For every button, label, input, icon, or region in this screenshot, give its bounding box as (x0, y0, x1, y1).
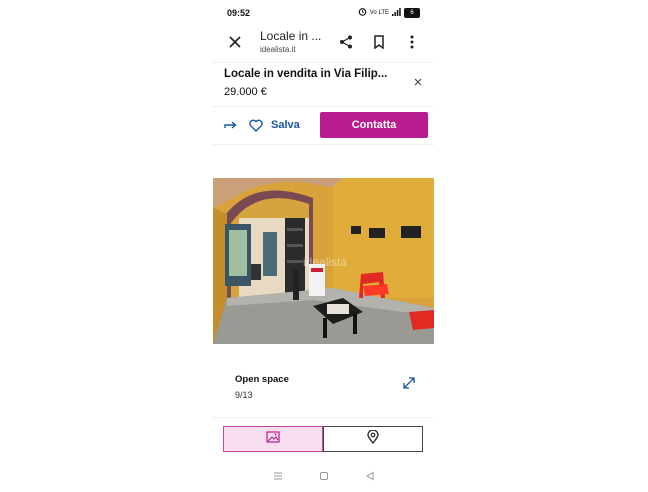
share-icon[interactable] (337, 33, 355, 51)
browser-toolbar: Locale in ... idealista.it (213, 26, 434, 63)
signal-text: Vo LTE (369, 9, 389, 16)
listing-title: Locale in vendita in Via Filip... (224, 68, 388, 80)
system-nav-bar (213, 464, 434, 490)
photo-counter: 9/13 (235, 390, 253, 400)
tab-photos[interactable] (223, 426, 323, 452)
toolbar-title: Locale in ... (260, 29, 322, 43)
contact-button[interactable]: Contatta (320, 112, 428, 138)
heart-icon[interactable] (247, 116, 265, 134)
signal-icon (392, 7, 401, 18)
image-icon (266, 430, 280, 448)
home-icon[interactable] (319, 471, 329, 484)
status-bar: 09:52 Vo LTE 6 (213, 0, 434, 26)
toolbar-subtitle: idealista.it (260, 45, 296, 54)
battery-icon: 6 (404, 7, 420, 18)
action-bar: Salva Contatta (213, 106, 434, 145)
close-icon[interactable] (226, 33, 244, 51)
phone-screen: 09:52 Vo LTE 6 Locale in ... idealista.i… (213, 0, 434, 492)
bookmark-icon[interactable] (370, 33, 388, 51)
expand-icon[interactable] (400, 374, 418, 392)
save-button[interactable]: Salva (271, 119, 300, 131)
back-icon[interactable] (365, 471, 375, 484)
more-icon[interactable] (403, 33, 421, 51)
menu-icon[interactable] (273, 472, 283, 483)
close-icon[interactable] (409, 73, 427, 91)
status-time: 09:52 (227, 8, 251, 18)
status-icons: Vo LTE 6 (358, 7, 420, 18)
listing-price: 29.000 € (224, 86, 267, 98)
photo-watermark: idealista (303, 255, 347, 269)
listing-photo[interactable]: idealista (213, 178, 434, 344)
alarm-icon (358, 7, 367, 18)
forward-icon[interactable] (222, 116, 240, 134)
divider (213, 417, 434, 418)
location-pin-icon (367, 428, 379, 449)
tab-map[interactable] (323, 426, 423, 452)
photo-caption-title: Open space (235, 374, 289, 385)
room-photo-image: idealista (213, 178, 434, 344)
listing-header: Locale in vendita in Via Filip... 29.000… (213, 62, 434, 107)
